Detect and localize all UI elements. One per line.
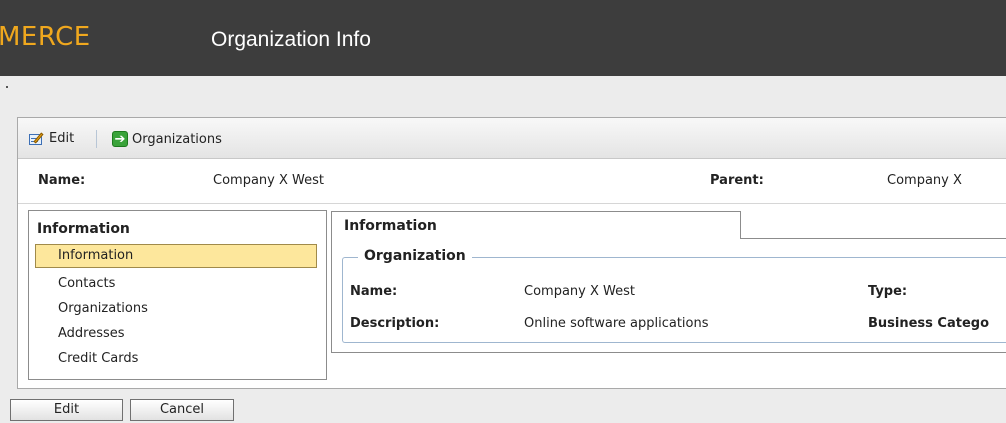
summary-bar: Name: Company X West Parent: Company X: [18, 159, 1006, 204]
organization-fieldset: Organization Name: Company X West Type: …: [342, 248, 1006, 343]
org-name-label: Name:: [350, 284, 398, 299]
page-title: Organization Info: [211, 28, 371, 51]
toolbar-edit-button[interactable]: Edit: [29, 131, 74, 146]
cancel-button[interactable]: Cancel: [130, 399, 234, 421]
edit-document-icon: [29, 131, 45, 146]
nav-item-credit-cards[interactable]: Credit Cards: [58, 351, 138, 366]
fieldset-legend: Organization: [358, 248, 472, 264]
tab-strip: Information: [331, 211, 1006, 239]
nav-header: Information: [37, 221, 130, 237]
brand-logo: MERCE: [0, 22, 91, 52]
form-actions: Edit Cancel: [10, 399, 234, 421]
org-type-label: Type:: [868, 284, 908, 299]
org-business-category-label: Business Catego: [868, 316, 990, 331]
toolbar-edit-label: Edit: [49, 131, 75, 146]
nav-item-contacts[interactable]: Contacts: [58, 276, 115, 291]
section-nav: Information Information Contacts Organiz…: [28, 210, 327, 380]
app-header: MERCE Organization Info: [0, 0, 1006, 76]
name-label: Name:: [38, 173, 86, 188]
org-description-value: Online software applications: [524, 316, 709, 331]
nav-item-organizations[interactable]: Organizations: [58, 301, 148, 316]
parent-value: Company X: [887, 173, 962, 188]
org-description-label: Description:: [350, 316, 440, 331]
tab-content: Organization Name: Company X West Type: …: [331, 239, 1006, 353]
nav-item-information[interactable]: Information: [58, 248, 133, 263]
green-arrow-icon: ➔: [112, 131, 128, 147]
organization-panel: Edit ➔ Organizations Name: Company X Wes…: [17, 117, 1006, 389]
parent-label: Parent:: [710, 173, 764, 188]
tab-information[interactable]: Information: [331, 211, 741, 239]
toolbar: Edit ➔ Organizations: [18, 118, 1006, 159]
toolbar-organizations-label: Organizations: [132, 131, 222, 147]
toolbar-organizations-button[interactable]: ➔ Organizations: [112, 131, 222, 147]
divider-dot: [6, 86, 8, 88]
edit-button[interactable]: Edit: [10, 399, 123, 421]
tab-information-label: Information: [344, 218, 437, 234]
nav-item-addresses[interactable]: Addresses: [58, 326, 125, 341]
org-name-value: Company X West: [524, 284, 635, 299]
name-value: Company X West: [213, 173, 324, 188]
toolbar-separator: [96, 130, 97, 148]
